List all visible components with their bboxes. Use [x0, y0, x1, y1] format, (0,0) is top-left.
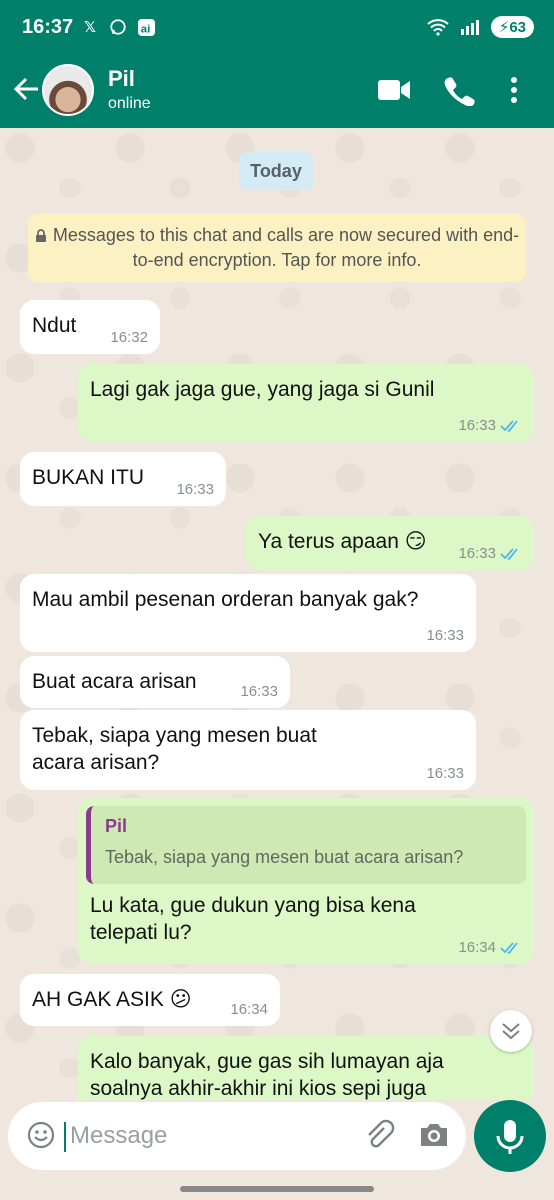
- message-time: 16:33: [426, 627, 464, 644]
- microphone-icon: [496, 1120, 524, 1154]
- message-time: 16:34: [458, 939, 496, 956]
- quoted-sender: Pil: [105, 816, 128, 836]
- signal-icon: [460, 20, 479, 35]
- message-time: 16:32: [110, 329, 148, 346]
- video-call-icon[interactable]: [376, 74, 412, 106]
- chevron-double-down-icon: [502, 1023, 520, 1040]
- incoming-message[interactable]: Tebak, siapa yang mesen buat acara arisa…: [20, 710, 476, 790]
- outgoing-message[interactable]: Lagi gak jaga gue, yang jaga si Gunil 16…: [78, 364, 534, 442]
- message-time: 16:33: [176, 481, 214, 498]
- battery-indicator: ⚡63: [490, 16, 534, 38]
- read-ticks-icon: [500, 419, 518, 432]
- read-ticks-icon: [500, 547, 518, 560]
- incoming-message[interactable]: Ndut 16:32: [20, 300, 160, 354]
- date-chip: Today: [239, 152, 313, 190]
- status-bar: 16:37 𝕏 ai ⚡63: [0, 0, 554, 56]
- x-icon: 𝕏: [83, 19, 97, 36]
- incoming-message[interactable]: Buat acara arisan 16:33: [20, 656, 290, 708]
- app-header: 16:37 𝕏 ai ⚡63 Pil online: [0, 0, 554, 128]
- message-time: 16:33: [426, 765, 464, 782]
- message-text: Lu kata, gue dukun yang bisa kena telepa…: [90, 894, 416, 944]
- message-time: 16:33: [458, 417, 496, 434]
- message-time: 16:33: [458, 545, 496, 562]
- incoming-message[interactable]: AH GAK ASIK 😕 16:34: [20, 974, 280, 1026]
- message-text: Lagi gak jaga gue, yang jaga si Gunil: [90, 378, 435, 401]
- wifi-icon: [427, 19, 449, 36]
- ai-icon: ai: [136, 17, 156, 37]
- attach-icon[interactable]: [362, 1118, 396, 1152]
- encryption-notice[interactable]: Messages to this chat and calls are now …: [28, 214, 526, 282]
- message-time: 16:33: [240, 683, 278, 700]
- message-input[interactable]: [70, 1112, 350, 1160]
- chat-area[interactable]: Today Messages to this chat and calls ar…: [0, 128, 554, 1100]
- incoming-message[interactable]: BUKAN ITU 16:33: [20, 452, 226, 506]
- status-right: ⚡63: [427, 16, 534, 38]
- back-arrow-icon[interactable]: [12, 74, 40, 104]
- voice-call-icon[interactable]: [442, 74, 478, 106]
- emoji-icon[interactable]: [26, 1120, 56, 1150]
- message-composer: [8, 1102, 466, 1170]
- more-options-icon[interactable]: [504, 74, 524, 106]
- contact-status: online: [108, 95, 151, 112]
- lock-icon: [35, 229, 46, 242]
- message-text: Tebak, siapa yang mesen buat acara arisa…: [32, 724, 317, 774]
- message-text: Kalo banyak, gue gas sih lumayan aja soa…: [90, 1050, 444, 1100]
- notification-icons: 𝕏 ai: [80, 17, 156, 37]
- incoming-message[interactable]: Mau ambil pesenan orderan banyak gak? 16…: [20, 574, 476, 652]
- text-cursor: [64, 1122, 66, 1152]
- camera-icon[interactable]: [418, 1119, 450, 1151]
- scroll-to-bottom-button[interactable]: [490, 1010, 532, 1052]
- status-time: 16:37: [22, 16, 74, 38]
- outgoing-reply-message[interactable]: Pil Tebak, siapa yang mesen buat acara a…: [78, 798, 534, 964]
- whatsapp-icon: [108, 17, 128, 37]
- gesture-nav-bar[interactable]: [180, 1186, 374, 1192]
- message-text: Mau ambil pesenan orderan banyak gak?: [32, 588, 419, 611]
- message-time: 16:34: [230, 1001, 268, 1018]
- read-ticks-icon: [500, 941, 518, 954]
- quoted-text: Tebak, siapa yang mesen buat acara arisa…: [105, 847, 464, 867]
- contact-avatar[interactable]: [42, 64, 94, 116]
- quoted-message[interactable]: Pil Tebak, siapa yang mesen buat acara a…: [86, 806, 526, 884]
- encryption-notice-text: Messages to this chat and calls are now …: [52, 225, 520, 270]
- contact-name[interactable]: Pil: [108, 66, 135, 92]
- outgoing-message[interactable]: Ya terus apaan 😏 16:33: [246, 516, 534, 570]
- outgoing-message[interactable]: Kalo banyak, gue gas sih lumayan aja soa…: [78, 1036, 534, 1100]
- svg-text:ai: ai: [140, 23, 150, 35]
- voice-record-button[interactable]: [474, 1100, 546, 1172]
- battery-level: 63: [509, 19, 526, 36]
